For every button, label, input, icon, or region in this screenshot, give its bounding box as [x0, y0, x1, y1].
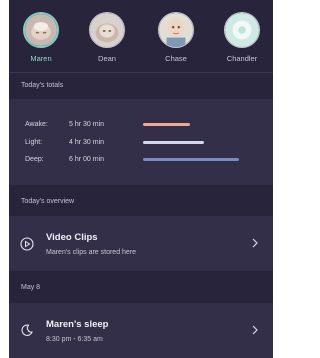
deep-label: Deep:	[25, 156, 44, 163]
avatar	[89, 12, 125, 48]
video-clips-subtitle: Maren's clips are stored here	[46, 249, 137, 256]
baby-photo-icon	[25, 14, 57, 46]
profile-chase[interactable]: Chase	[148, 12, 204, 63]
profile-name: Chase	[165, 54, 187, 63]
moon-icon	[21, 324, 33, 336]
totals-section-label: Today's totals	[21, 82, 64, 89]
awake-value: 5 hr 30 min	[69, 121, 105, 128]
video-clips-row[interactable]: Video Clips Maren's clips are stored her…	[9, 216, 273, 271]
overview-section-label: Today's overview	[21, 198, 75, 205]
avatar	[158, 12, 194, 48]
profile-name: Chandler	[226, 54, 258, 63]
baby-photo-icon	[159, 13, 193, 47]
sleep-subtitle: 8:30 pm - 6:35 am	[46, 336, 103, 343]
awake-bar	[143, 123, 190, 126]
light-value: 4 hr 30 min	[69, 139, 105, 146]
profile-name: Dean	[98, 54, 116, 63]
deep-value: 6 hr 00 min	[69, 156, 105, 163]
chevron-right-icon	[252, 238, 258, 248]
profile-dean[interactable]: Dean	[79, 12, 135, 63]
divider	[9, 72, 273, 73]
app-screen: Maren Dean Chase Chandler Today's totals…	[9, 0, 273, 358]
baby-icon-placeholder	[225, 13, 259, 47]
play-circle-icon	[20, 237, 34, 251]
deep-bar	[143, 158, 239, 161]
video-clips-title: Video Clips	[46, 232, 98, 243]
sleep-row[interactable]: Maren's sleep 8:30 pm - 6:35 am	[9, 303, 273, 358]
profile-selector: Maren Dean Chase Chandler	[9, 0, 273, 72]
profile-name: Maren	[30, 54, 52, 63]
profile-chandler[interactable]: Chandler	[214, 12, 270, 63]
profile-maren[interactable]: Maren	[13, 12, 69, 63]
baby-photo-icon	[90, 13, 124, 47]
avatar	[224, 12, 260, 48]
light-bar	[143, 141, 204, 144]
totals-panel: Awake: 5 hr 30 min Light: 4 hr 30 min De…	[9, 99, 273, 185]
light-label: Light:	[25, 139, 43, 146]
chevron-right-icon	[252, 325, 258, 335]
sleep-title: Maren's sleep	[46, 319, 109, 330]
date-section-label: May 8	[21, 284, 41, 291]
avatar	[23, 12, 59, 48]
awake-label: Awake:	[25, 121, 48, 128]
